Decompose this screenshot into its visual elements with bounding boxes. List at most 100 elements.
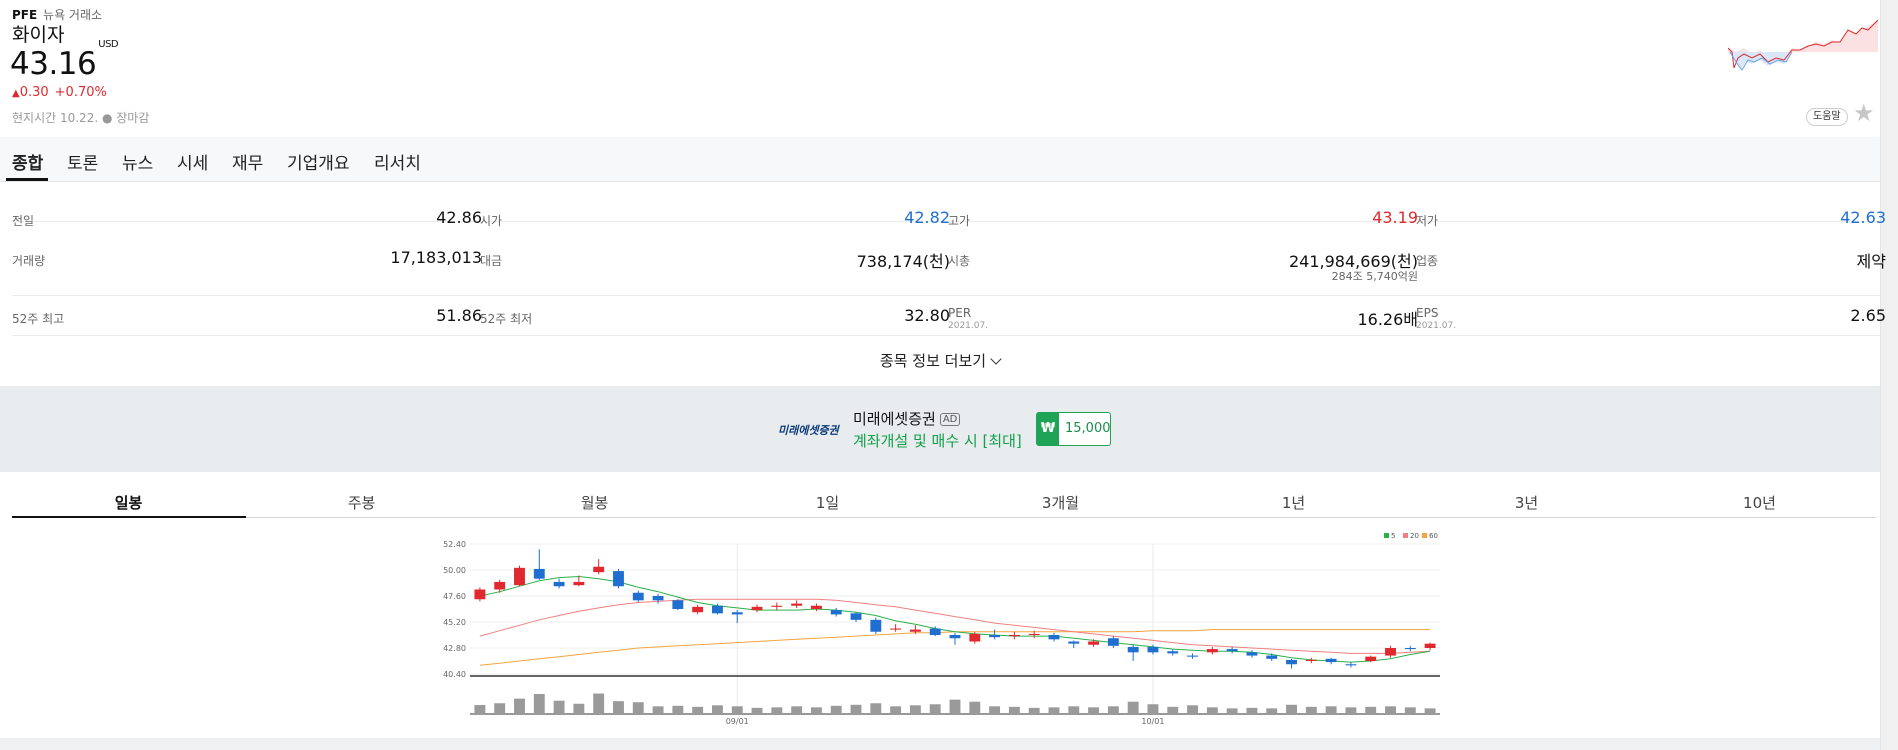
candle-body [632,592,644,601]
period-tab-1y[interactable]: 1년 [1177,492,1410,513]
local-time-status: 현지시간 10.22. ● 장마감 [12,111,150,125]
stat-label: 52주 최고 [12,312,65,326]
industry-link[interactable]: 제약 [1857,248,1886,272]
stat-value: 42.86 [436,208,482,227]
candle-body [1068,641,1080,644]
tab-discussion[interactable]: 토론 [67,149,98,174]
active-tab-indicator [6,178,48,181]
tab-research[interactable]: 리서치 [374,149,421,174]
volume-bar [533,694,545,714]
page-scrollbar[interactable] [1880,0,1898,750]
tab-company-info[interactable]: 기업개요 [287,149,350,174]
volume-bar [1424,708,1436,714]
candle-body [1206,649,1218,653]
stock-header: PFE 뉴욕 거래소 화이자 43.16USD ▲0.30 +0.70% 현지시간… [0,0,1880,137]
stat-label: 거래량 [12,254,46,268]
candle-body [1424,643,1436,648]
candle-body [573,581,585,586]
y-tick-label: 45.20 [443,618,466,627]
volume-bar [1266,708,1278,714]
candlestick-chart[interactable]: 52.40 50.00 47.60 45.20 42.80 40.40 09/01 10/01… [430,530,1450,750]
y-tick-label: 50.00 [443,566,466,575]
stat-open: 시가 42.82 [480,182,950,228]
candle-body [1088,641,1100,645]
stat-label: 저가 [1416,214,1439,228]
volume-bar [1068,706,1080,714]
period-tab-daily[interactable]: 일봉 [12,492,245,513]
period-tab-1d[interactable]: 1일 [711,492,944,513]
ad-banner[interactable]: 미래에셋증권 미래에셋증권 AD 계좌개설 및 매수 시 [최대] ₩ 15,00… [0,386,1880,472]
candle-body [870,619,882,632]
volume-bar [949,699,961,714]
candle-body [969,633,981,642]
volume-bar [1226,708,1238,714]
volume-bar [1325,706,1337,714]
candle-body [1365,656,1377,661]
stat-value: 42.63 [1840,208,1886,227]
candle-body [652,596,664,601]
volume-bar [672,705,684,714]
candle-body [850,613,862,620]
stat-label: 고가 [948,214,971,228]
stat-amount: 대금 738,174(천) [480,240,950,295]
stat-label: 시총 [948,254,971,268]
candle-body [1286,659,1297,665]
stat-label: 업종 [1416,254,1439,268]
current-price: 43.16USD [10,39,119,82]
candle-body [1404,648,1416,650]
ad-logo: 미래에셋증권 [778,424,839,437]
period-tab-3y[interactable]: 3년 [1410,492,1643,513]
volume-bar [1206,707,1218,714]
stat-value: 17,183,013 [390,248,482,267]
stats-row-3: 52주 최고 51.86 52주 최저 32.80 PER 2021.07. 1… [12,296,1886,336]
stat-date: 2021.07. [1416,321,1457,331]
candle-body [712,605,723,614]
volume-bar [810,707,822,714]
more-info-toggle[interactable]: 종목 정보 더보기 [0,350,1880,371]
volume-bar [830,705,842,714]
stat-label: PER [948,306,972,320]
volume-bar [731,706,743,714]
stat-value: 16.26배 [1357,310,1418,329]
period-tab-weekly[interactable]: 주봉 [245,492,478,513]
candle-body [553,581,565,587]
main-tabs: 종합 토론 뉴스 시세 재무 기업개요 리서치 [0,137,1880,182]
volume-bar [1167,706,1179,714]
ad-title: 미래에셋증권 AD [853,408,961,429]
volume-bar [890,706,902,714]
candle-body [593,566,605,573]
stats-row-1: 전일 42.86 시가 42.82 고가 43.19 저가 42.63 [12,182,1886,228]
volume-bar [1305,706,1317,714]
chart-period-tabs: 일봉 주봉 월봉 1일 3개월 1년 3년 10년 [12,486,1876,518]
volume-bar [573,703,585,714]
tab-overview[interactable]: 종합 [12,149,43,174]
tab-finance[interactable]: 재무 [232,149,263,174]
period-tab-monthly[interactable]: 월봉 [478,492,711,513]
volume-bar [909,705,921,714]
stat-industry[interactable]: 업종 제약 [1416,240,1886,295]
volume-bar [613,701,624,714]
candle-body [1048,635,1060,640]
volume-bar [1028,707,1040,714]
candle-body [1167,651,1179,654]
legend-label: 60 [1429,532,1438,540]
candle-body [672,600,684,609]
candle-body [731,612,743,615]
candle-body [1246,652,1258,656]
volume-bar [791,706,803,714]
volume-bar [929,704,941,714]
volume-bar [1345,707,1357,714]
stat-value: 43.19 [1372,208,1418,227]
period-tab-3m[interactable]: 3개월 [944,492,1177,513]
currency-label: USD [98,38,119,50]
tab-quotes[interactable]: 시세 [177,149,208,174]
legend-swatch [1403,533,1408,538]
help-button[interactable]: 도움말 [1806,108,1848,126]
ad-reward-badge[interactable]: ₩ 15,000 [1036,412,1111,446]
period-tab-10y[interactable]: 10년 [1643,492,1876,513]
stat-label: 시가 [480,214,503,228]
candle-body [692,606,704,613]
star-icon[interactable]: ★ [1853,101,1875,125]
tab-news[interactable]: 뉴스 [122,149,153,174]
candle-body [830,610,842,615]
